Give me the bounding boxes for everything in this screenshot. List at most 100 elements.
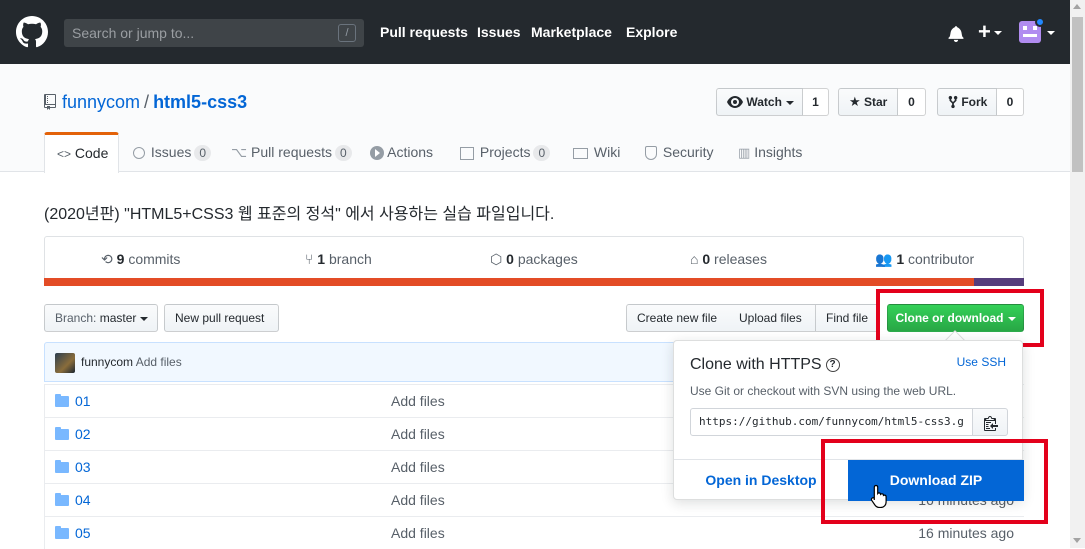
tab-insights[interactable]: ▥ Insights xyxy=(738,132,802,172)
folder-icon xyxy=(55,427,69,440)
repo-separator: / xyxy=(144,92,150,112)
file-name-link[interactable]: 04 xyxy=(75,492,91,508)
branch-caret-icon xyxy=(140,316,149,321)
repo-name-link[interactable]: html5-css3 xyxy=(153,92,247,112)
tab-issues[interactable]: Issues 0 xyxy=(133,132,212,172)
star-button[interactable]: ★ Star xyxy=(838,88,898,116)
github-logo-icon[interactable] xyxy=(16,16,48,48)
commit-author[interactable]: funnycom xyxy=(81,355,133,369)
notification-dot xyxy=(1035,17,1045,27)
history-icon: ⟲ xyxy=(101,251,113,267)
avatar-caret-icon[interactable] xyxy=(1047,31,1055,35)
nav-pull-requests[interactable]: Pull requests xyxy=(380,24,468,40)
file-commit-message[interactable]: Add files xyxy=(391,393,445,409)
tab-actions-label: Actions xyxy=(387,144,434,160)
nav-issues[interactable]: Issues xyxy=(477,24,521,40)
fork-icon xyxy=(948,95,958,108)
repo-owner-link[interactable]: funnycom xyxy=(62,92,140,112)
tab-code[interactable]: <> Code xyxy=(44,132,119,173)
new-pull-request-button[interactable]: New pull request xyxy=(164,304,279,332)
tab-projects[interactable]: Projects 0 xyxy=(460,132,551,172)
commit-info: funnycom Add files xyxy=(81,355,182,369)
search-input[interactable]: Search or jump to... / xyxy=(64,19,364,47)
highlight-download-zip xyxy=(821,439,1048,524)
pull-request-icon: ⌥ xyxy=(231,144,248,160)
fork-label: Fork xyxy=(961,95,988,109)
hand-cursor-icon xyxy=(870,484,887,508)
book-icon xyxy=(573,147,588,159)
watch-caret-icon xyxy=(785,100,794,105)
copy-to-clipboard-button[interactable] xyxy=(972,408,1008,436)
watch-button[interactable]: Watch xyxy=(716,88,803,116)
repo-icon xyxy=(44,94,56,110)
help-icon[interactable]: ? xyxy=(825,357,840,372)
commit-author-avatar[interactable] xyxy=(55,353,75,373)
clone-subtitle: Use Git or checkout with SVN using the w… xyxy=(690,384,957,398)
tab-issues-counter: 0 xyxy=(194,145,212,161)
star-count[interactable]: 0 xyxy=(898,88,926,116)
search-shortcut-badge: / xyxy=(338,24,356,42)
tab-pull-requests[interactable]: ⌥ Pull requests 0 xyxy=(231,132,352,172)
file-age: 16 minutes ago xyxy=(918,525,1014,541)
releases-link[interactable]: ⌂ 0 releases xyxy=(690,251,767,267)
project-icon xyxy=(460,146,474,160)
scroll-up-icon[interactable] xyxy=(1073,4,1081,9)
people-icon: 👥 xyxy=(875,251,893,267)
file-commit-message[interactable]: Add files xyxy=(391,426,445,442)
file-commit-message[interactable]: Add files xyxy=(391,525,445,541)
nav-marketplace[interactable]: Marketplace xyxy=(531,24,612,40)
find-file-button[interactable]: Find file xyxy=(815,304,879,332)
folder-icon xyxy=(55,526,69,539)
folder-icon xyxy=(55,460,69,473)
plus-caret-icon[interactable] xyxy=(994,31,1002,35)
commits-link[interactable]: ⟲ 9 commits xyxy=(101,251,180,268)
graph-icon: ▥ xyxy=(738,145,751,160)
tab-wiki-label: Wiki xyxy=(593,144,621,160)
bell-icon[interactable] xyxy=(948,25,964,42)
tab-projects-label: Projects xyxy=(479,144,531,160)
tab-pull-requests-label: Pull requests xyxy=(251,144,332,160)
tab-security-label: Security xyxy=(662,144,714,160)
clone-url-field[interactable]: https://github.com/funnycom/html5-css3.g xyxy=(690,408,973,436)
scroll-thumb[interactable] xyxy=(1072,17,1083,172)
language-bar[interactable] xyxy=(44,278,1024,286)
search-placeholder: Search or jump to... xyxy=(72,25,195,41)
tab-code-label: Code xyxy=(74,145,109,161)
repo-title: funnycom / html5-css3 xyxy=(62,92,247,113)
tab-pull-requests-counter: 0 xyxy=(334,145,352,161)
plus-icon[interactable]: + xyxy=(978,19,991,45)
scroll-down-icon[interactable] xyxy=(1073,538,1081,543)
create-new-file-button[interactable]: Create new file xyxy=(626,304,730,332)
use-ssh-link[interactable]: Use SSH xyxy=(957,355,1006,369)
global-header: Search or jump to... / Pull requests Iss… xyxy=(0,0,1070,64)
contributors-link[interactable]: 👥 1 contributor xyxy=(875,251,974,268)
star-label: Star xyxy=(864,95,888,109)
page-scrollbar[interactable] xyxy=(1070,0,1085,548)
tab-wiki[interactable]: Wiki xyxy=(573,132,620,172)
branch-link[interactable]: ⑂ 1 branch xyxy=(305,251,372,267)
file-commit-message[interactable]: Add files xyxy=(391,459,445,475)
tab-actions[interactable]: Actions xyxy=(370,132,433,172)
file-name-link[interactable]: 02 xyxy=(75,426,91,442)
file-name-link[interactable]: 05 xyxy=(75,525,91,541)
file-name-link[interactable]: 03 xyxy=(75,459,91,475)
commit-message[interactable]: Add files xyxy=(136,355,182,369)
watch-label: Watch xyxy=(746,95,782,109)
code-icon: <> xyxy=(57,147,72,161)
nav-explore[interactable]: Explore xyxy=(626,24,677,40)
language-html-segment xyxy=(44,278,974,286)
latest-commit-row: funnycom Add files xyxy=(44,342,680,382)
tab-security[interactable]: Security xyxy=(645,132,713,172)
star-icon: ★ xyxy=(849,94,861,109)
eye-icon xyxy=(727,95,743,108)
upload-files-button[interactable]: Upload files xyxy=(729,304,816,332)
tag-icon: ⌂ xyxy=(690,251,699,267)
packages-link[interactable]: ⬡ 0 packages xyxy=(490,251,578,268)
file-commit-message[interactable]: Add files xyxy=(391,492,445,508)
branch-select-button[interactable]: Branch: master xyxy=(44,304,158,332)
file-name-link[interactable]: 01 xyxy=(75,393,91,409)
watch-count[interactable]: 1 xyxy=(803,88,829,116)
issue-icon xyxy=(133,147,145,160)
fork-button[interactable]: Fork xyxy=(937,88,997,116)
fork-count[interactable]: 0 xyxy=(997,88,1024,116)
